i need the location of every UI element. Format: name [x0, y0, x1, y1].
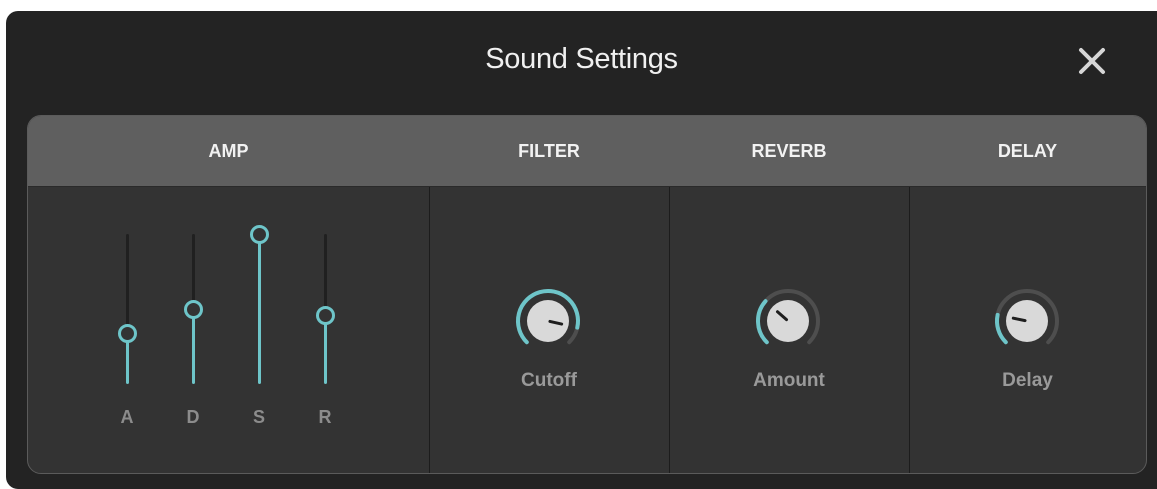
delay-body: Delay — [909, 187, 1146, 473]
reverb-section: REVERB Amount — [669, 116, 910, 473]
slider-label-decay: D — [186, 407, 200, 427]
tab-reverb[interactable]: REVERB — [669, 116, 909, 187]
slider-label-attack: A — [120, 407, 134, 427]
tab-filter[interactable]: FILTER — [429, 116, 669, 187]
slider-fill — [324, 315, 327, 384]
amp-section: AMP A D S R — [28, 116, 430, 473]
delay-label: Delay — [1002, 370, 1053, 391]
slider-decay[interactable] — [178, 234, 208, 384]
sound-settings-dialog: Sound Settings AMP A D S R FILTER Cutoff… — [6, 11, 1157, 489]
amount-knob[interactable] — [754, 287, 822, 355]
slider-attack[interactable] — [112, 234, 142, 384]
amp-body: A D S R — [28, 187, 429, 473]
slider-thumb[interactable] — [316, 306, 335, 325]
slider-sustain[interactable] — [244, 225, 274, 384]
slider-label-sustain: S — [252, 407, 265, 427]
amount-label: Amount — [753, 370, 825, 391]
settings-panel: AMP A D S R FILTER Cutoff REVERB Amount … — [27, 115, 1147, 474]
reverb-body: Amount — [669, 187, 909, 473]
knob-body[interactable] — [527, 300, 569, 342]
filter-body: Cutoff — [429, 187, 669, 473]
slider-fill — [258, 234, 261, 384]
knob-body[interactable] — [767, 300, 809, 342]
delay-section: DELAY Delay — [909, 116, 1146, 473]
tab-amp[interactable]: AMP — [28, 116, 429, 187]
knob-value-arc — [995, 312, 1008, 345]
slider-thumb[interactable] — [250, 225, 269, 244]
close-button[interactable] — [1075, 44, 1109, 78]
slider-label-release: R — [318, 407, 332, 427]
delay-knob[interactable] — [993, 287, 1061, 355]
cutoff-knob[interactable] — [514, 287, 582, 355]
knob-value-arc — [756, 299, 769, 345]
dialog-title: Sound Settings — [485, 43, 678, 75]
cutoff-label: Cutoff — [521, 370, 577, 391]
slider-release[interactable] — [310, 234, 340, 384]
slider-thumb[interactable] — [184, 300, 203, 319]
slider-thumb[interactable] — [118, 324, 137, 343]
tab-delay[interactable]: DELAY — [909, 116, 1146, 187]
close-icon — [1079, 48, 1105, 74]
knob-body[interactable] — [1006, 300, 1048, 342]
slider-fill — [192, 309, 195, 384]
filter-section: FILTER Cutoff — [429, 116, 670, 473]
